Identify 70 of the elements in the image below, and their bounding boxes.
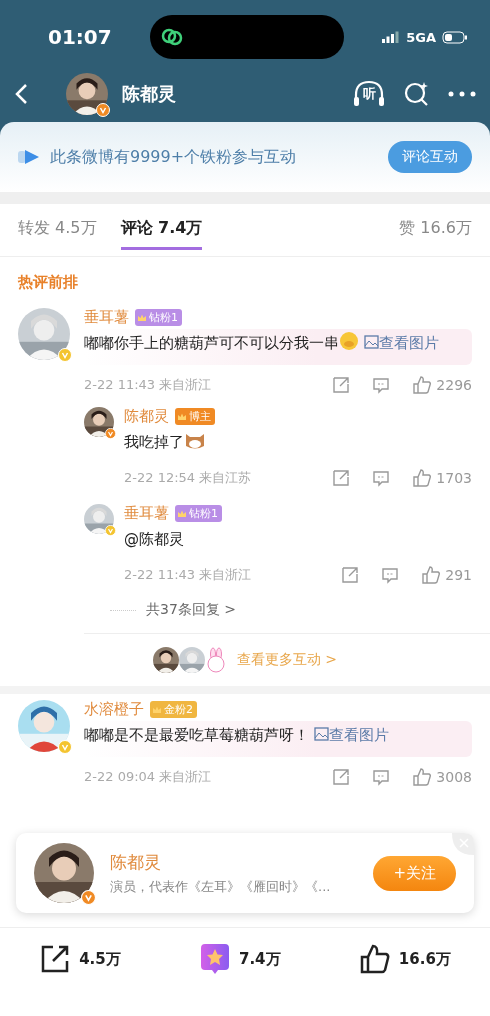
verified-icon <box>81 890 96 905</box>
thumbs-up-icon <box>358 944 391 974</box>
view-image-link[interactable]: 查看图片 <box>313 726 389 744</box>
thumbs-up-icon[interactable] <box>412 375 433 395</box>
comment-text: 嘟嘟你手上的糖葫芦可不可以分我一串 查看图片 <box>84 329 472 365</box>
like-action[interactable]: 16.6万 <box>352 943 457 975</box>
tab[interactable]: 转发 4.5万 <box>18 210 97 250</box>
reply-count-link[interactable]: 共37条回复 > <box>146 601 236 619</box>
fan-badge: 钻粉1 <box>135 309 182 326</box>
user-name[interactable]: 垂耳薯 <box>124 504 169 523</box>
tab[interactable]: 评论 7.4万 <box>120 210 203 250</box>
comment-icon[interactable] <box>372 768 391 786</box>
comment-meta: 2-22 11:43 来自浙江 <box>84 376 212 394</box>
like-count: 3008 <box>436 769 472 785</box>
thumbs-up-icon[interactable] <box>412 767 433 787</box>
verified-icon <box>96 103 110 117</box>
search-icon[interactable] <box>404 81 430 107</box>
comment-icon[interactable] <box>372 469 391 487</box>
view-image-link[interactable]: 查看图片 <box>363 334 439 352</box>
share-icon[interactable] <box>332 768 351 786</box>
comment-text: @陈都灵 <box>124 529 185 550</box>
like-count: 291 <box>445 567 472 583</box>
comment-icon[interactable] <box>381 566 400 584</box>
listen-button[interactable]: 听 <box>352 79 386 109</box>
back-icon[interactable] <box>14 83 30 105</box>
share-icon[interactable] <box>341 566 360 584</box>
star-bubble-icon <box>198 942 231 976</box>
section-title: 热评前排 <box>17 272 79 293</box>
rings-icon <box>159 27 184 47</box>
thumbs-up-icon[interactable] <box>421 565 442 585</box>
fan-badge: 金粉2 <box>150 701 197 718</box>
status-time: 01:07 <box>48 25 112 49</box>
like-count: 1703 <box>436 470 472 486</box>
bunny-icon <box>204 647 227 673</box>
comment-meta: 2-22 09:04 来自浙江 <box>84 768 212 786</box>
more-icon[interactable] <box>448 91 476 97</box>
share-icon[interactable] <box>332 376 351 394</box>
comment-text: 嘟嘟是不是最爱吃草莓糖葫芦呀！ 查看图片 <box>84 721 472 757</box>
comment-meta: 2-22 11:43 来自浙江 <box>124 566 252 584</box>
user-name[interactable]: 陈都灵 <box>124 407 169 426</box>
fan-badge: 钻粉1 <box>175 505 222 522</box>
signal-icon <box>382 31 401 43</box>
comment-icon[interactable] <box>372 376 391 394</box>
verified-icon <box>58 740 72 754</box>
user-name[interactable]: 垂耳薯 <box>84 308 129 327</box>
comment-interact-button[interactable]: 评论互动 <box>388 141 472 173</box>
tab[interactable]: 赞 16.6万 <box>399 210 472 250</box>
battery-icon <box>442 30 468 44</box>
verified-icon <box>105 428 116 439</box>
comment-text: 我吃掉了 <box>124 428 472 464</box>
comment-action[interactable]: 7.4万 <box>192 941 287 977</box>
share-action[interactable]: 4.5万 <box>33 943 127 975</box>
like-count: 2296 <box>436 377 472 393</box>
user-name[interactable]: 水溶橙子 <box>84 700 144 719</box>
image-icon <box>363 335 379 349</box>
card-name[interactable]: 陈都灵 <box>110 850 331 874</box>
verified-icon <box>105 525 116 536</box>
nav-title: 陈都灵 <box>122 82 176 106</box>
card-bio: 演员，代表作《左耳》《雁回时》《... <box>110 877 331 896</box>
fan-badge: 博主 <box>175 408 215 425</box>
play-icon <box>18 149 40 165</box>
comment-meta: 2-22 12:54 来自江苏 <box>124 469 252 487</box>
more-interactions-link[interactable]: 查看更多互动 > <box>236 651 338 669</box>
image-icon <box>313 727 329 741</box>
follow-button[interactable]: +关注 <box>373 855 456 891</box>
share-icon[interactable] <box>332 469 351 487</box>
network-label: 5GA <box>406 29 436 45</box>
banner-text: 此条微博有9999+个铁粉参与互动 <box>50 146 297 168</box>
thumbs-up-icon[interactable] <box>412 468 433 488</box>
verified-icon <box>58 348 72 362</box>
